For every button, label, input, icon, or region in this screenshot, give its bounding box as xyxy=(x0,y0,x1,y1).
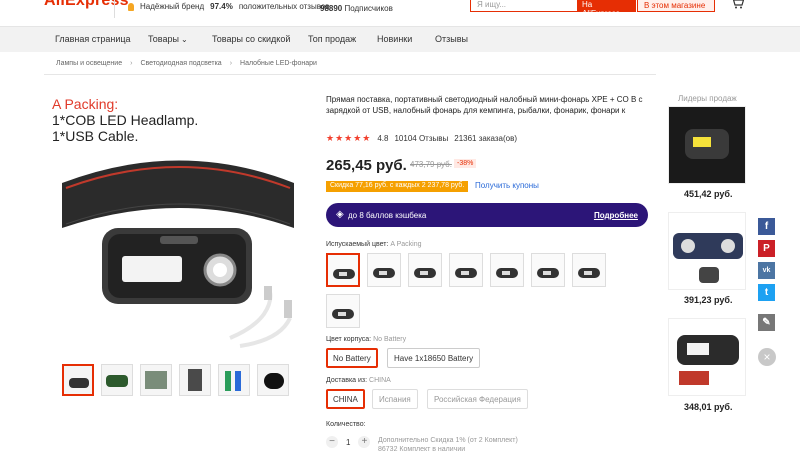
breadcrumb-item[interactable]: Налобные LED-фонари xyxy=(240,60,317,67)
divider xyxy=(114,0,115,18)
quantity-note-line: Дополнительно Скидка 1% (от 2 Комплект) xyxy=(378,437,518,444)
leader-price[interactable]: 391,23 руб. xyxy=(684,295,732,305)
nav-home[interactable]: Главная страница xyxy=(55,34,131,44)
nav-top-sales[interactable]: Топ продаж xyxy=(308,34,356,44)
color-swatch[interactable] xyxy=(408,253,442,287)
thumbnail[interactable] xyxy=(62,364,94,396)
body-color-label-text: Цвет корпуса: xyxy=(326,336,372,343)
leaders-title: Лидеры продаж xyxy=(678,94,737,103)
thumbnail[interactable] xyxy=(218,364,250,396)
body-option[interactable]: Have 1x18650 Battery xyxy=(387,348,481,368)
thumbnail[interactable] xyxy=(101,364,133,396)
search-input[interactable]: Я ищу... xyxy=(470,0,578,12)
subscribers-label: Подписчиков xyxy=(344,4,393,13)
cashback-icon: ◈ xyxy=(336,209,344,220)
rating-row: ★★★★★ 4.8 10104 Отзывы 21361 заказа(ов) xyxy=(326,133,517,144)
edit-icon[interactable]: ✎ xyxy=(758,314,775,331)
cart-icon[interactable] xyxy=(730,0,745,12)
chevron-right-icon: › xyxy=(229,60,233,67)
store-info: Надёжный бренд 97.4% положительных отзыв… xyxy=(128,2,330,11)
leader-price[interactable]: 348,01 руб. xyxy=(684,402,732,412)
reviews-link[interactable]: 10104 Отзывы xyxy=(394,134,448,143)
twitter-share-icon[interactable]: t xyxy=(758,284,775,301)
color-swatches xyxy=(326,253,616,328)
nav-products-label: Товары xyxy=(148,34,179,44)
search-aliexpress-button[interactable]: На AliExpress xyxy=(578,0,636,18)
quantity-note: Дополнительно Скидка 1% (от 2 Комплект) … xyxy=(378,436,518,454)
cashback-banner: ◈ до 8 баллов кэшбека Подробнее xyxy=(326,203,648,227)
get-coupons-link[interactable]: Получить купоны xyxy=(475,181,539,190)
brand-badge: Надёжный бренд xyxy=(140,2,205,11)
cashback-text: до 8 баллов кэшбека xyxy=(348,211,427,220)
nav-reviews[interactable]: Отзывы xyxy=(435,34,468,44)
color-value: A Packing xyxy=(390,241,422,248)
color-label: Испускаемый цвет: A Packing xyxy=(326,241,422,248)
leader-product-image[interactable] xyxy=(668,212,746,290)
subscribers: 98890 Подписчиков xyxy=(320,4,393,13)
thumbnail-strip xyxy=(62,364,289,396)
color-swatch[interactable] xyxy=(572,253,606,287)
pinterest-share-icon[interactable]: P xyxy=(758,240,775,257)
chevron-right-icon: › xyxy=(130,60,133,67)
ship-from-label: Доставка из: CHINA xyxy=(326,377,391,384)
breadcrumb-item[interactable]: Светодиодная подсветка xyxy=(140,60,221,67)
body-color-label: Цвет корпуса: No Battery xyxy=(326,336,406,343)
vk-share-icon[interactable]: vk xyxy=(758,262,775,279)
facebook-share-icon[interactable]: f xyxy=(758,218,775,235)
color-swatch[interactable] xyxy=(449,253,483,287)
ship-option[interactable]: Испания xyxy=(372,389,418,409)
close-icon[interactable]: × xyxy=(758,348,776,366)
color-swatch[interactable] xyxy=(531,253,565,287)
leader-price[interactable]: 451,42 руб. xyxy=(684,189,732,199)
color-swatch[interactable] xyxy=(490,253,524,287)
quantity-value[interactable]: 1 xyxy=(346,438,350,447)
current-price: 265,45 руб. xyxy=(326,157,407,174)
leader-product-image[interactable] xyxy=(668,106,746,184)
chevron-down-icon: ⌄ xyxy=(180,35,188,44)
positive-pct: 97.4% xyxy=(210,2,233,11)
thumbnail[interactable] xyxy=(140,364,172,396)
cashback-more-link[interactable]: Подробнее xyxy=(594,211,638,220)
product-main-image[interactable]: A Packing: 1*COB LED Headlamp. 1*USB Cab… xyxy=(44,88,316,356)
discount-badge: -38% xyxy=(454,159,477,168)
headlamp-illustration xyxy=(62,160,294,348)
nav-new[interactable]: Новинки xyxy=(377,34,412,44)
positive-label: положительных отзывов xyxy=(238,2,330,11)
plus-button[interactable]: + xyxy=(358,436,371,448)
leader-product-image[interactable] xyxy=(668,318,746,396)
ship-option[interactable]: Российская Федерация xyxy=(427,389,528,409)
body-option[interactable]: No Battery xyxy=(326,348,378,368)
thumbnail[interactable] xyxy=(257,364,289,396)
rating-stars-icon: ★★★★★ xyxy=(326,133,372,143)
medal-icon xyxy=(128,2,134,11)
nav-discounts[interactable]: Товары со скидкой xyxy=(212,34,290,44)
subscribers-count: 98890 xyxy=(320,4,343,13)
ship-from-value: CHINA xyxy=(369,377,391,384)
rating-value: 4.8 xyxy=(377,134,389,143)
search-store-button[interactable]: В этом магазине xyxy=(637,0,715,12)
quantity-stepper: − 1 + xyxy=(326,436,371,448)
ship-option[interactable]: CHINA xyxy=(326,389,365,409)
nav-products[interactable]: Товары ⌄ xyxy=(148,34,188,44)
quantity-label: Количество: xyxy=(326,421,366,428)
divider xyxy=(44,74,656,75)
color-swatch[interactable] xyxy=(367,253,401,287)
color-swatch[interactable] xyxy=(326,253,360,287)
breadcrumb: Лампы и освещение › Светодиодная подсвет… xyxy=(56,60,317,67)
minus-button[interactable]: − xyxy=(326,436,338,448)
orders-count: 21361 заказа(ов) xyxy=(454,134,518,143)
breadcrumb-item[interactable]: Лампы и освещение xyxy=(56,60,122,67)
body-color-value: No Battery xyxy=(373,336,407,343)
store-nav: Главная страница Товары ⌄ Товары со скидк… xyxy=(0,26,800,52)
coupon-badge: Скидка 77,16 руб. с каждых 2 237,78 руб. xyxy=(326,181,469,192)
color-label-text: Испускаемый цвет: xyxy=(326,241,389,248)
color-swatch[interactable] xyxy=(326,294,360,328)
aliexpress-logo[interactable]: AliExpress xyxy=(44,0,129,10)
old-price: 473,79 руб. xyxy=(410,160,452,169)
thumbnail[interactable] xyxy=(179,364,211,396)
product-title: Прямая поставка, портативный светодиодны… xyxy=(326,95,643,115)
ship-from-label-text: Доставка из: xyxy=(326,377,368,384)
top-bar: AliExpress Надёжный бренд 97.4% положите… xyxy=(0,0,800,24)
